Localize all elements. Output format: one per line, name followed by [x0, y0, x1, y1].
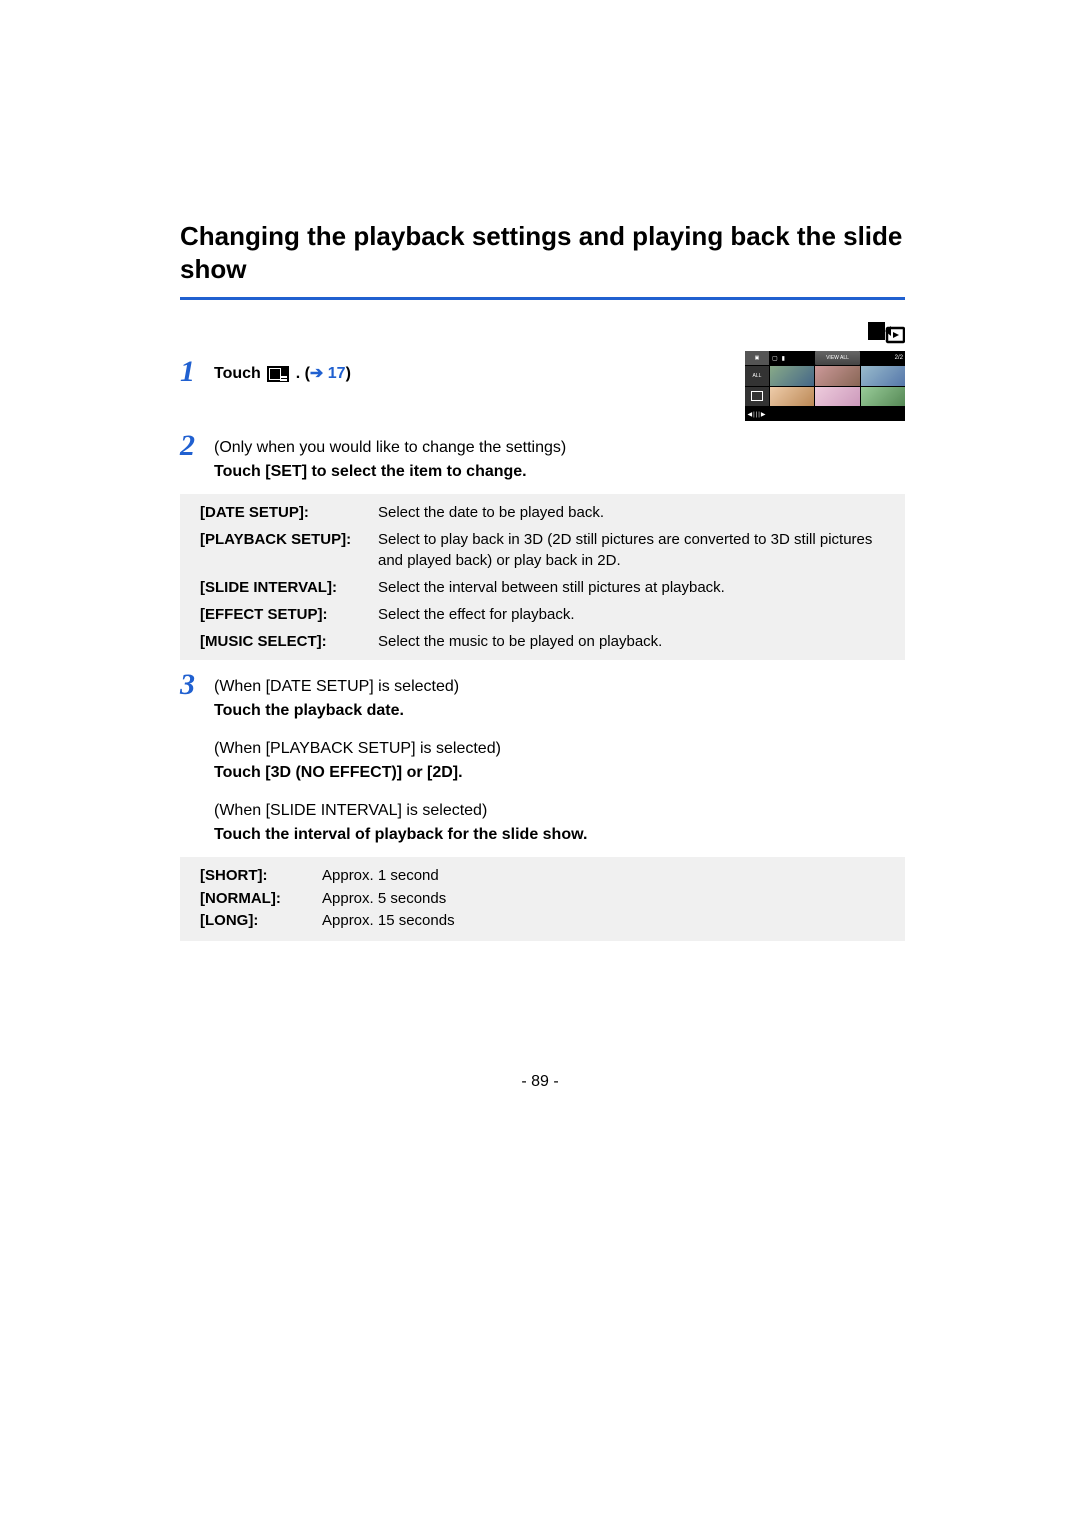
step3-playback-intro: (When [PLAYBACK SETUP] is selected) — [214, 737, 587, 761]
option-label: [SLIDE INTERVAL]: — [200, 577, 378, 598]
option-row: [MUSIC SELECT]: Select the music to be p… — [200, 631, 893, 652]
option-label: [EFFECT SETUP]: — [200, 604, 378, 625]
option-row: [EFFECT SETUP]: Select the effect for pl… — [200, 604, 893, 625]
option-row: [DATE SETUP]: Select the date to be play… — [200, 502, 893, 523]
page-heading: Changing the playback settings and playi… — [180, 220, 905, 285]
option-desc: Select the effect for playback. — [378, 604, 893, 625]
option-desc: Select the music to be played on playbac… — [378, 631, 893, 652]
option-label: [DATE SETUP]: — [200, 502, 378, 523]
ss-top-icons: ▢▮ — [770, 351, 814, 365]
link-arrow[interactable]: ➔ — [310, 365, 323, 382]
slideshow-icon — [267, 366, 289, 382]
option-label: [MUSIC SELECT]: — [200, 631, 378, 652]
option-label: [PLAYBACK SETUP]: — [200, 529, 378, 571]
step3-date-instruction: Touch the playback date. — [214, 699, 587, 723]
playback-mode-icon — [863, 318, 905, 353]
step-number: 1 — [180, 357, 200, 387]
ss-nav-arrows: ◀|||▶ — [745, 407, 769, 421]
interval-label: [LONG]: — [200, 910, 322, 933]
ss-thumb — [815, 387, 859, 407]
interval-row: [NORMAL]: Approx. 5 seconds — [200, 888, 893, 911]
option-desc: Select the interval between still pictur… — [378, 577, 893, 598]
page-link-17[interactable]: 17 — [323, 365, 345, 382]
settings-option-table: [DATE SETUP]: Select the date to be play… — [180, 494, 905, 660]
step3-interval-intro: (When [SLIDE INTERVAL] is selected) — [214, 799, 587, 823]
page-number: - 89 - — [0, 1073, 1080, 1091]
interval-desc: Approx. 5 seconds — [322, 888, 446, 911]
step1-touch-label: Touch — [214, 365, 265, 382]
interval-desc: Approx. 1 second — [322, 865, 439, 888]
step2-instruction: Touch [SET] to select the item to change… — [214, 460, 566, 484]
interval-desc: Approx. 15 seconds — [322, 910, 455, 933]
interval-row: [SHORT]: Approx. 1 second — [200, 865, 893, 888]
heading-underline — [180, 297, 905, 300]
ss-picture-icon: ▣ — [745, 351, 769, 365]
option-desc: Select the date to be played back. — [378, 502, 893, 523]
ss-slideshow-icon — [745, 387, 769, 407]
option-desc: Select to play back in 3D (2D still pict… — [378, 529, 893, 571]
step-2: 2 (Only when you would like to change th… — [180, 431, 905, 484]
ss-thumb — [770, 366, 814, 386]
option-row: [PLAYBACK SETUP]: Select to play back in… — [200, 529, 893, 571]
option-row: [SLIDE INTERVAL]: Select the interval be… — [200, 577, 893, 598]
step1-period: . ( — [291, 365, 310, 382]
ss-all-label: ALL — [745, 366, 769, 386]
step2-intro: (Only when you would like to change the … — [214, 436, 566, 460]
step-number: 3 — [180, 670, 200, 700]
step3-date-intro: (When [DATE SETUP] is selected) — [214, 675, 587, 699]
ss-thumb — [815, 366, 859, 386]
step-number: 2 — [180, 431, 200, 461]
ss-view-all-button: VIEW ALL — [815, 351, 859, 365]
ss-thumb — [861, 366, 905, 386]
interval-label: [SHORT]: — [200, 865, 322, 888]
ss-thumb — [770, 387, 814, 407]
step3-interval-instruction: Touch the interval of playback for the s… — [214, 823, 587, 847]
interval-label: [NORMAL]: — [200, 888, 322, 911]
step3-playback-instruction: Touch [3D (NO EFFECT)] or [2D]. — [214, 761, 587, 785]
interval-option-table: [SHORT]: Approx. 1 second [NORMAL]: Appr… — [180, 857, 905, 941]
thumbnail-screen-reference: ▣ ▢▮ VIEW ALL 2/2 ALL ◀|||▶ — [745, 351, 905, 421]
step-3: 3 (When [DATE SETUP] is selected) Touch … — [180, 670, 905, 847]
ss-thumb — [861, 387, 905, 407]
step1-close: ) — [346, 365, 351, 382]
interval-row: [LONG]: Approx. 15 seconds — [200, 910, 893, 933]
ss-page-indicator: 2/2 — [861, 351, 905, 365]
